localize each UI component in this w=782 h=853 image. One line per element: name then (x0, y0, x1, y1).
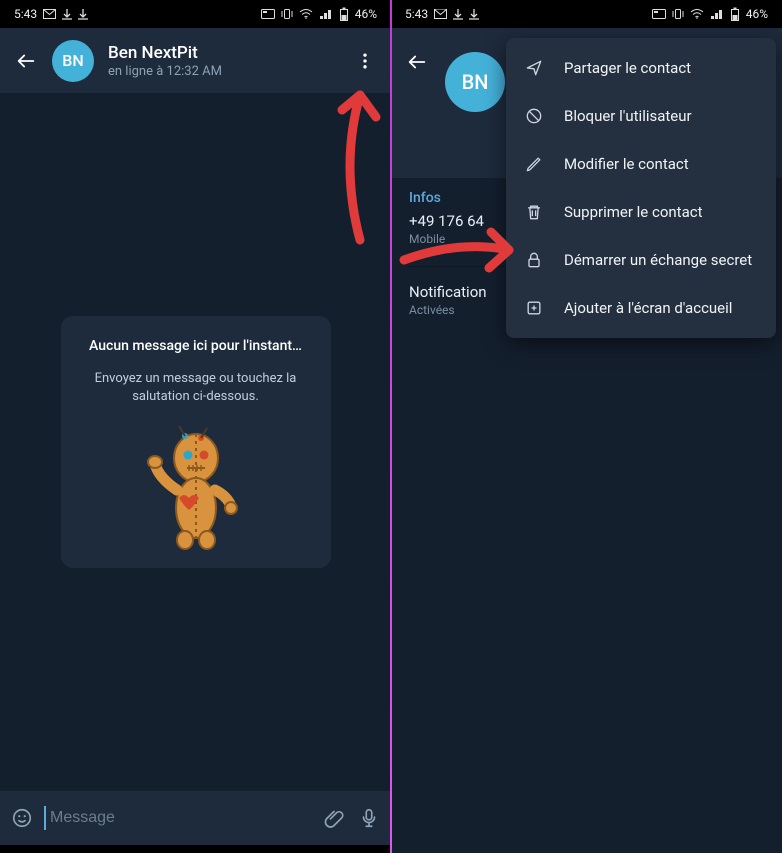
contact-name: Ben NextPit (108, 43, 339, 63)
menu-edit-contact[interactable]: Modifier le contact (506, 140, 776, 188)
menu-label: Bloquer l'utilisateur (564, 107, 692, 125)
lock-icon (524, 250, 544, 270)
right-screen: 5:43 46% BN B e Infos +49 176 64 (391, 0, 782, 853)
menu-add-home[interactable]: Ajouter à l'écran d'accueil (506, 284, 776, 332)
card-icon (652, 9, 666, 19)
download-icon (453, 9, 463, 20)
mic-icon[interactable] (357, 806, 381, 830)
status-time: 5:43 (405, 7, 428, 21)
pencil-icon (524, 154, 544, 174)
status-battery: 46% (355, 7, 377, 21)
back-button[interactable] (14, 49, 38, 73)
avatar[interactable]: BN (445, 52, 505, 112)
battery-icon (339, 7, 349, 21)
wifi-icon (690, 9, 704, 19)
avatar-initials: BN (462, 70, 489, 94)
menu-secret-chat[interactable]: Démarrer un échange secret (506, 236, 776, 284)
left-screen: 5:43 46% BN Ben NextPit (0, 0, 391, 853)
empty-title: Aucun message ici pour l'instant… (79, 338, 313, 354)
back-button[interactable] (405, 50, 429, 74)
status-time: 5:43 (14, 7, 37, 21)
chat-body: Aucun message ici pour l'instant… Envoye… (0, 93, 391, 791)
block-icon (524, 106, 544, 126)
menu-delete-contact[interactable]: Supprimer le contact (506, 188, 776, 236)
nav-bar (0, 845, 391, 853)
trash-icon (524, 202, 544, 222)
chat-title-block[interactable]: Ben NextPit en ligne à 12:32 AM (108, 43, 339, 79)
wifi-icon (299, 9, 313, 19)
card-icon (261, 9, 275, 19)
greeting-sticker[interactable] (79, 420, 313, 550)
menu-label: Démarrer un échange secret (564, 251, 752, 269)
status-battery: 46% (746, 7, 768, 21)
menu-share-contact[interactable]: Partager le contact (506, 44, 776, 92)
status-bar: 5:43 46% (391, 0, 782, 28)
chat-header: BN Ben NextPit en ligne à 12:32 AM (0, 28, 391, 93)
message-input-bar (0, 791, 391, 845)
share-icon (524, 58, 544, 78)
menu-label: Modifier le contact (564, 155, 689, 173)
message-input[interactable] (44, 806, 313, 830)
empty-subtitle: Envoyez un message ou touchez la salutat… (79, 370, 313, 405)
menu-block-user[interactable]: Bloquer l'utilisateur (506, 92, 776, 140)
attach-icon[interactable] (323, 806, 347, 830)
signal-icon (710, 9, 724, 19)
screenshot-divider (390, 0, 392, 853)
mail-icon (43, 9, 56, 19)
vibrate-icon (672, 8, 684, 20)
menu-label: Partager le contact (564, 59, 691, 77)
more-button[interactable] (353, 49, 377, 73)
mail-icon (434, 9, 447, 19)
add-home-icon (524, 298, 544, 318)
vibrate-icon (281, 8, 293, 20)
emoji-icon[interactable] (10, 806, 34, 830)
signal-icon (319, 9, 333, 19)
contact-status: en ligne à 12:32 AM (108, 64, 339, 79)
avatar[interactable]: BN (52, 40, 94, 82)
status-bar: 5:43 46% (0, 0, 391, 28)
avatar-initials: BN (62, 51, 83, 70)
empty-state-card[interactable]: Aucun message ici pour l'instant… Envoye… (61, 316, 331, 567)
download-icon-2 (78, 9, 88, 20)
context-menu: Partager le contact Bloquer l'utilisateu… (506, 38, 776, 338)
menu-label: Supprimer le contact (564, 203, 703, 221)
battery-icon (730, 7, 740, 21)
download-icon-2 (469, 9, 479, 20)
download-icon (62, 9, 72, 20)
menu-label: Ajouter à l'écran d'accueil (564, 299, 732, 317)
